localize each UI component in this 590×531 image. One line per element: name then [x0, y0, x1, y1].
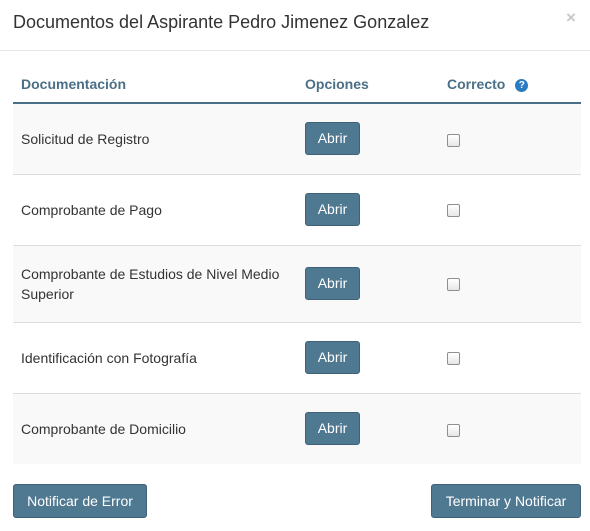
document-name: Solicitud de Registro	[13, 103, 297, 174]
table-row: Solicitud de Registro Abrir	[13, 103, 581, 174]
correct-checkbox[interactable]	[447, 133, 460, 147]
correct-cell	[439, 392, 581, 464]
header-correcto-label: Correcto	[447, 75, 506, 92]
documents-table: Documentación Opciones Correcto? Solicit…	[13, 65, 581, 464]
correct-cell	[439, 321, 581, 393]
correct-checkbox[interactable]	[447, 204, 460, 218]
modal-header: Documentos del Aspirante Pedro Jimenez G…	[0, 0, 590, 51]
table-header-row: Documentación Opciones Correcto?	[13, 65, 581, 104]
options-cell: Abrir	[297, 103, 439, 174]
finish-and-notify-button[interactable]: Terminar y Notificar	[431, 484, 581, 518]
options-cell: Abrir	[297, 321, 439, 393]
correct-cell	[439, 103, 581, 174]
correct-checkbox[interactable]	[447, 423, 460, 437]
notify-error-button[interactable]: Notificar de Error	[13, 484, 147, 518]
table-row: Comprobante de Domicilio Abrir	[13, 392, 581, 464]
header-correcto: Correcto?	[439, 65, 581, 104]
modal-title: Documentos del Aspirante Pedro Jimenez G…	[13, 12, 430, 32]
open-document-button[interactable]: Abrir	[305, 412, 360, 446]
open-document-button[interactable]: Abrir	[305, 341, 360, 374]
correct-checkbox[interactable]	[447, 278, 460, 292]
open-document-button[interactable]: Abrir	[305, 122, 360, 156]
document-name: Comprobante de Pago	[13, 173, 297, 245]
header-documentacion: Documentación	[13, 65, 297, 104]
document-name: Identificación con Fotografía	[13, 321, 297, 393]
open-document-button[interactable]: Abrir	[305, 267, 360, 300]
document-name: Comprobante de Estudios de Nivel Medio S…	[13, 244, 297, 322]
table-row: Identificación con Fotografía Abrir	[13, 321, 581, 393]
document-name: Comprobante de Domicilio	[13, 392, 297, 464]
table-row: Comprobante de Estudios de Nivel Medio S…	[13, 244, 581, 322]
correct-checkbox[interactable]	[447, 352, 460, 366]
options-cell: Abrir	[297, 244, 439, 322]
correct-cell	[439, 244, 581, 322]
question-circle-icon[interactable]: ?	[515, 78, 529, 92]
options-cell: Abrir	[297, 392, 439, 464]
documents-modal: Documentos del Aspirante Pedro Jimenez G…	[0, 0, 590, 531]
close-icon[interactable]: ×	[566, 8, 576, 28]
open-document-button[interactable]: Abrir	[305, 193, 360, 226]
correct-cell	[439, 173, 581, 245]
table-row: Comprobante de Pago Abrir	[13, 173, 581, 245]
header-opciones: Opciones	[297, 65, 439, 104]
options-cell: Abrir	[297, 173, 439, 245]
